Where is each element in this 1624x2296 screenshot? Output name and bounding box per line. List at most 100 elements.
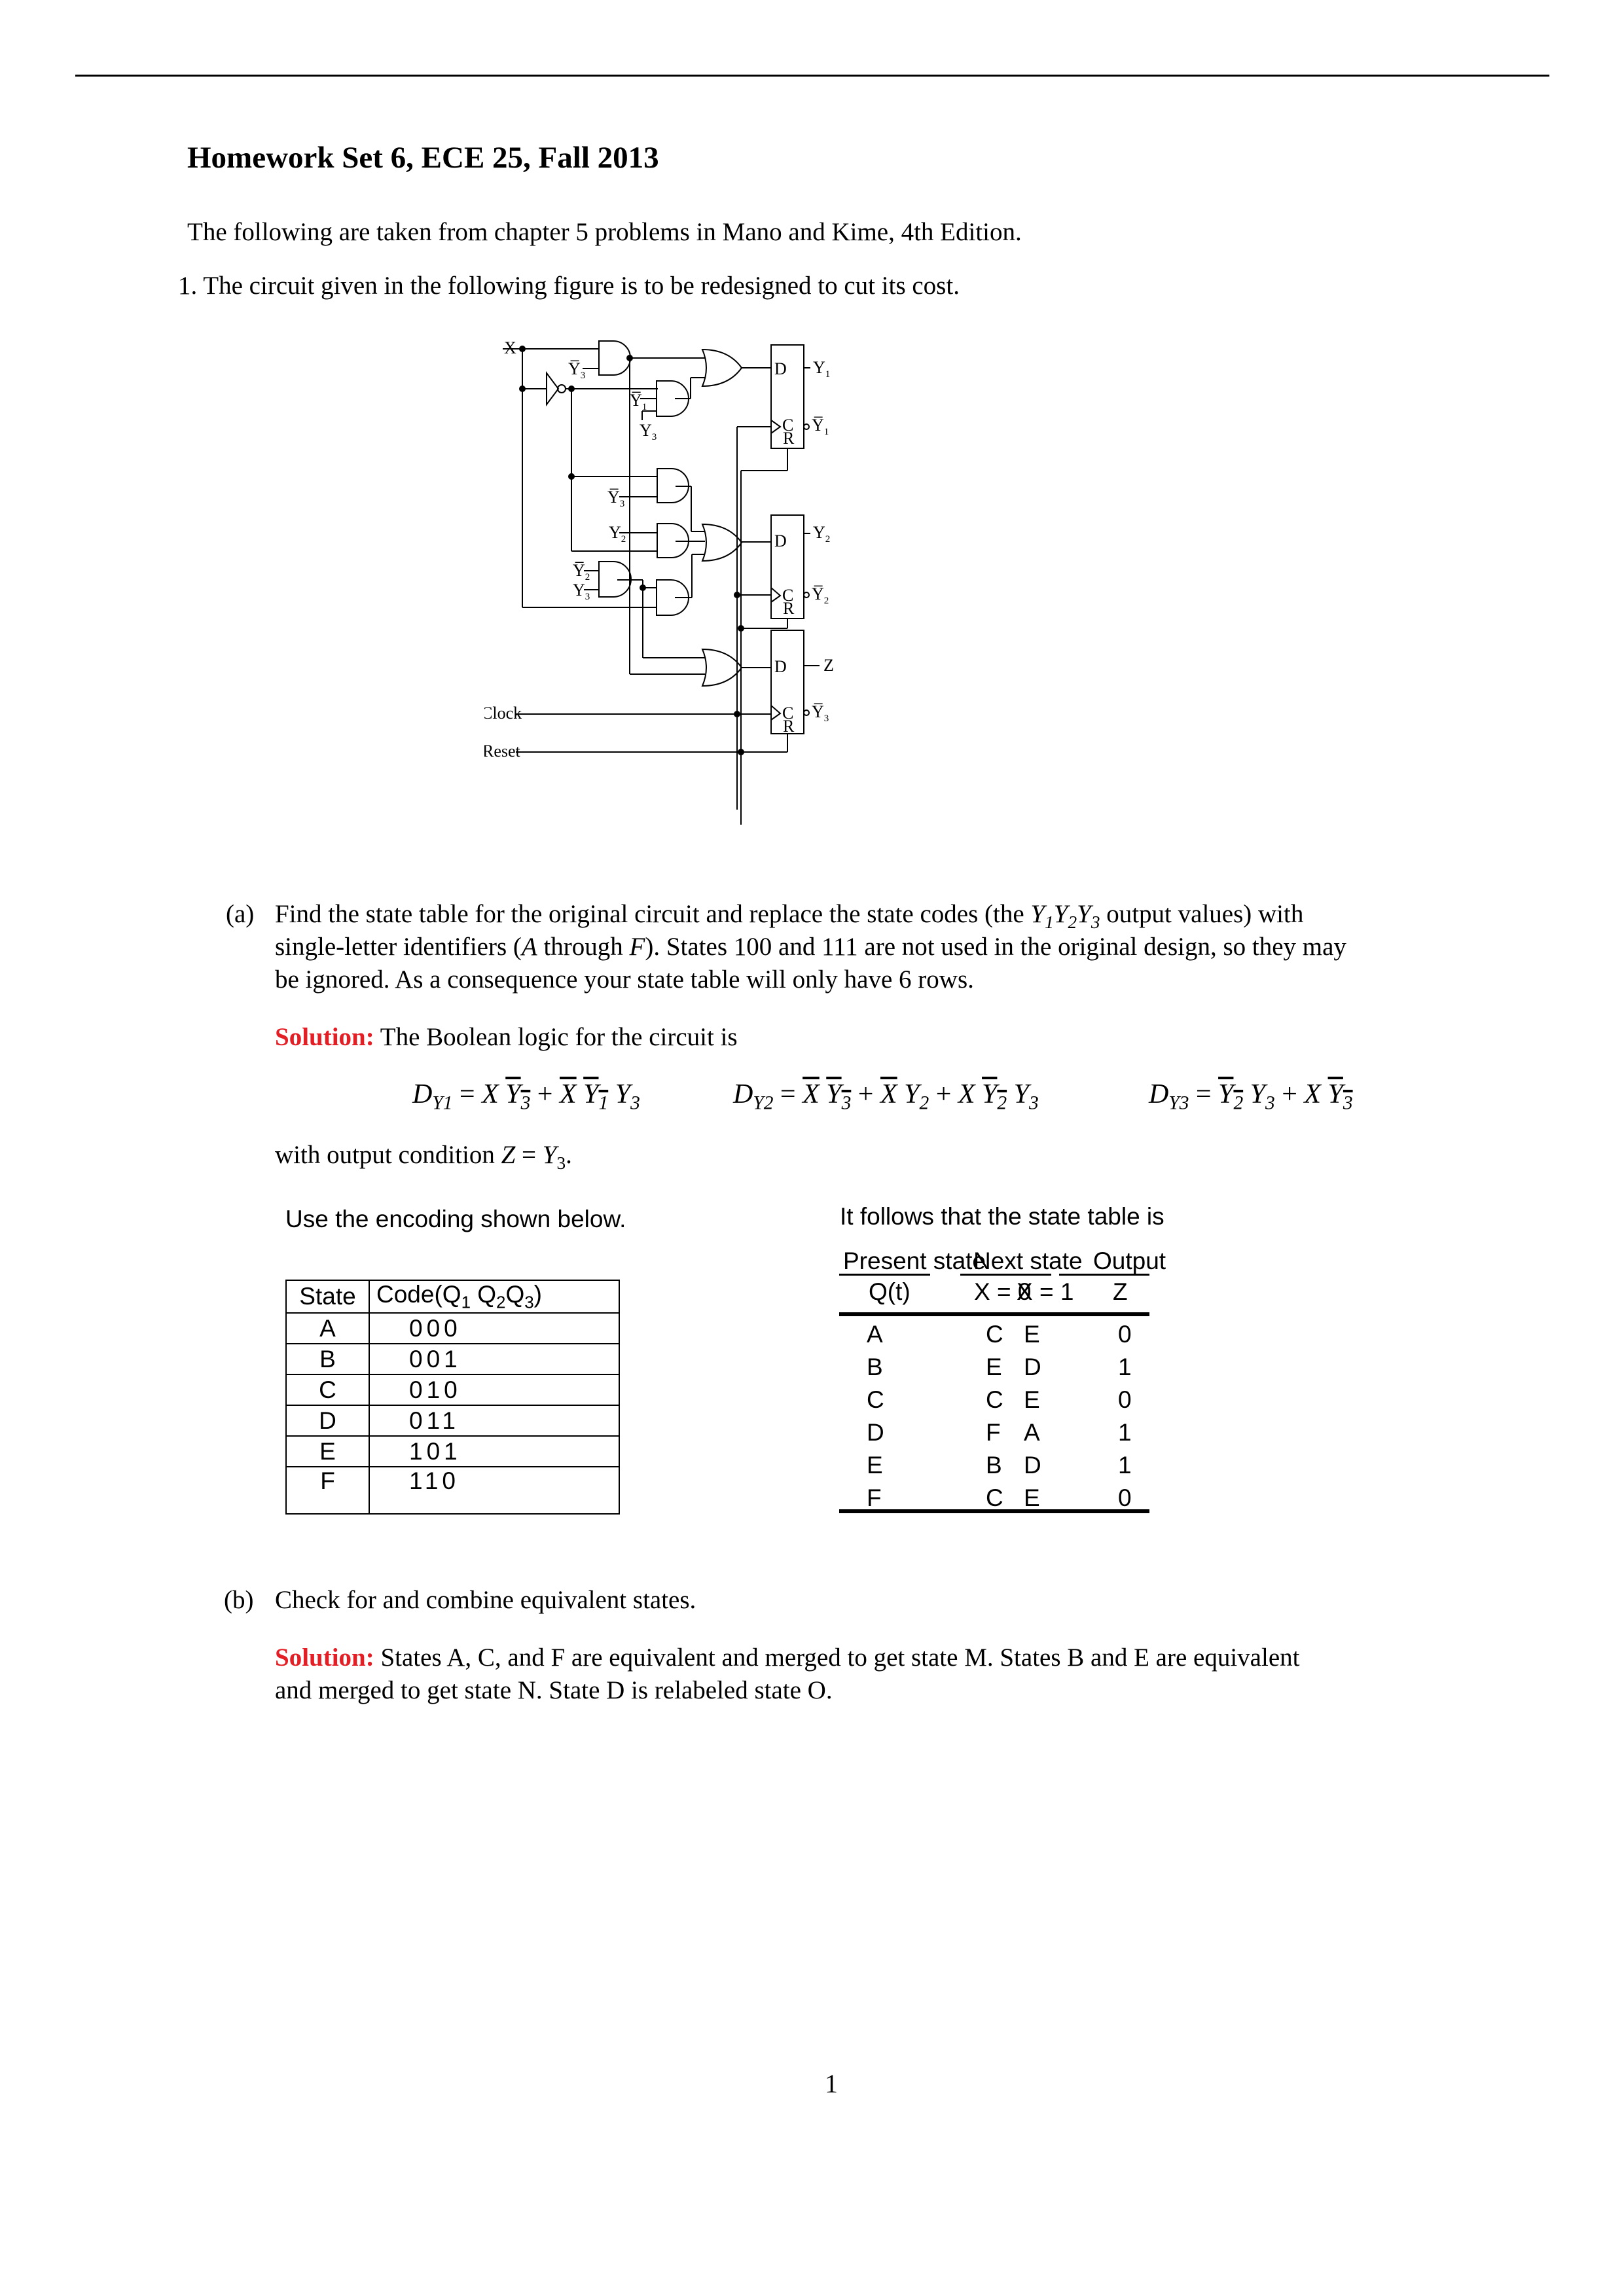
rule-table-bottom — [839, 1509, 1149, 1513]
or-gate-1 — [701, 348, 743, 387]
part-b-solution-line-1: Solution: States A, C, and F are equival… — [275, 1643, 1300, 1672]
input-x-label: X — [504, 338, 516, 357]
table-row: B 001 — [285, 1343, 620, 1376]
next-state-x0-cell: C — [986, 1484, 1003, 1511]
header-output: Output — [1093, 1247, 1166, 1274]
encoding-header-code: Code(Q1 Q2Q3) — [369, 1279, 620, 1314]
table-row: D FA 1 — [839, 1419, 1149, 1452]
part-a-line-3: be ignored. As a consequence your state … — [275, 965, 974, 994]
encoding-header-state: State — [285, 1279, 370, 1314]
ff3-qbar-label: Y̅3 — [812, 702, 829, 724]
output-cell: 1 — [1118, 1452, 1132, 1479]
rule-present — [839, 1274, 930, 1276]
next-state-x1-cell: A — [1024, 1419, 1040, 1446]
part-b-label: (b) — [224, 1586, 254, 1614]
ff2-d: D — [774, 531, 787, 550]
table-row: D 011 — [285, 1405, 620, 1437]
ff3-d: D — [774, 657, 787, 676]
output-condition: with output condition Z = Y3. — [275, 1141, 572, 1173]
present-state-cell: F — [867, 1484, 882, 1511]
next-state-x1-cell: D — [1024, 1452, 1041, 1479]
ff1-q-label: Y1 — [813, 358, 830, 380]
or-gate-2 — [701, 523, 743, 562]
and-gate-1 — [598, 340, 631, 376]
clock-label: Clock — [484, 704, 522, 723]
solution-label: Solution: — [275, 1023, 374, 1051]
subheader-z: Z — [1113, 1278, 1128, 1305]
subheader-qt: Q(t) — [869, 1278, 911, 1305]
page-number: 1 — [825, 2069, 838, 2098]
next-state-x1-cell: D — [1024, 1354, 1041, 1380]
equation-dy3: DY3 = Y2 Y3 + X Y3 — [1149, 1079, 1353, 1114]
table-row: E 101 — [285, 1435, 620, 1468]
label-y3-bar-2: Y̅3 — [607, 488, 624, 509]
output-cell: 1 — [1118, 1419, 1132, 1446]
output-z-label: Z — [823, 656, 834, 675]
output-cell: 0 — [1118, 1386, 1132, 1413]
problem-1-statement: 1. The circuit given in the following fi… — [178, 270, 960, 302]
table-row: F 110 — [285, 1466, 620, 1515]
state-table-intro: It follows that the state table is — [840, 1203, 1164, 1230]
present-state-cell: A — [867, 1321, 883, 1348]
top-rule — [75, 75, 1549, 77]
part-b-text: Check for and combine equivalent states. — [275, 1586, 696, 1614]
part-a-label: (a) — [226, 900, 255, 928]
label-y3-2: Y3 — [573, 581, 590, 602]
next-state-x0-cell: F — [986, 1419, 1001, 1446]
output-cell: 0 — [1118, 1321, 1132, 1348]
table-row: A 000 — [285, 1312, 620, 1345]
next-state-x1-cell: E — [1024, 1321, 1040, 1348]
next-state-x0-cell: C — [986, 1386, 1003, 1413]
label-y3: Y3 — [640, 421, 657, 442]
solution-label: Solution: — [275, 1643, 374, 1672]
solution-text: The Boolean logic for the circuit is — [380, 1023, 738, 1051]
circuit-diagram: X Y̅3 Y̅1 Y3 D C R Y1 Y̅1 Y̅3 Y2 Y̅2 Y3 … — [481, 327, 1204, 851]
present-state-cell: B — [867, 1354, 883, 1380]
equation-dy2: DY2 = X Y3 + X Y2 + X Y2 Y3 — [733, 1079, 1039, 1114]
rule-next — [960, 1274, 1051, 1276]
header-present-state: Present state — [843, 1247, 986, 1274]
label-y2-bar: Y̅2 — [573, 561, 590, 583]
next-state-x0-cell: B — [986, 1452, 1002, 1479]
subheader-x1: X = 1 — [1017, 1278, 1074, 1305]
next-state-x1-cell: E — [1024, 1484, 1040, 1511]
ff2-r: R — [783, 599, 795, 618]
next-state-x0-cell: C — [986, 1321, 1003, 1348]
ff2-q-label: Y2 — [813, 523, 830, 545]
part-a-solution: Solution: The Boolean logic for the circ… — [275, 1021, 738, 1054]
reset-label: Reset — [484, 742, 521, 761]
intro-text: The following are taken from chapter 5 p… — [187, 218, 1022, 246]
table-row: A CE 0 — [839, 1321, 1149, 1354]
output-cell: 0 — [1118, 1484, 1132, 1511]
ff1-qbar-label: Y̅1 — [812, 416, 829, 437]
or-gate-3 — [701, 648, 743, 687]
ff1-d: D — [774, 359, 787, 378]
next-state-x1-cell: E — [1024, 1386, 1040, 1413]
label-y3-bar: Y̅3 — [568, 359, 585, 381]
label-y1-bar: Y̅1 — [630, 391, 647, 412]
label-y2: Y2 — [609, 523, 626, 545]
part-b-solution-line-2: and merged to get state N. State D is re… — [275, 1676, 833, 1704]
problem-number: 1. — [178, 272, 198, 300]
table-row: B ED 1 — [839, 1354, 1149, 1386]
junction — [519, 346, 526, 352]
present-state-cell: E — [867, 1452, 883, 1479]
encoding-intro: Use the encoding shown below. — [285, 1206, 626, 1232]
table-row: C 010 — [285, 1374, 620, 1407]
header-next-state: Next state — [973, 1247, 1083, 1274]
encoding-table: State Code(Q1 Q2Q3) A 000 B 001 C 010 D 011 … — [285, 1279, 620, 1515]
page-title: Homework Set 6, ECE 25, Fall 2013 — [187, 141, 659, 175]
ff2-qbar-label: Y̅2 — [812, 584, 829, 606]
present-state-cell: C — [867, 1386, 884, 1413]
table-row: CCE0 — [839, 1386, 1149, 1419]
inverter-gate — [546, 371, 560, 406]
problem-text: The circuit given in the following figur… — [203, 272, 960, 300]
rule-header-bottom — [839, 1312, 1149, 1316]
encoding-header-row: State Code(Q1 Q2Q3) — [285, 1279, 620, 1314]
part-a-line-2: single-letter identifiers (A through F).… — [275, 933, 1346, 961]
ff3-r: R — [783, 717, 795, 736]
equation-dy1: DY1 = X Y3 + X Y1 Y3 — [412, 1079, 640, 1114]
output-cell: 1 — [1118, 1354, 1132, 1380]
rule-output — [1059, 1274, 1149, 1276]
next-state-x0-cell: E — [986, 1354, 1002, 1380]
